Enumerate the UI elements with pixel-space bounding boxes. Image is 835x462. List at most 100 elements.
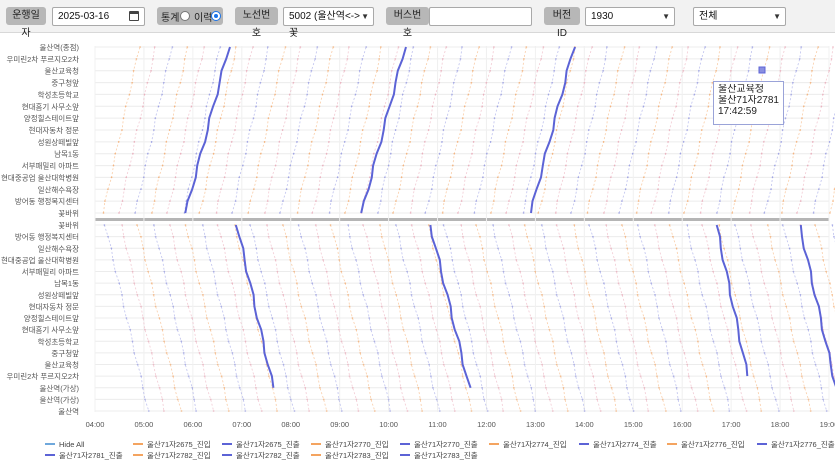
stop-label: 방어동 행정복지센터 (15, 196, 79, 206)
trip-stop-marker (150, 282, 153, 284)
legend-item[interactable]: 울산71자2770_진출 (400, 440, 478, 450)
trip-stop-marker (737, 188, 740, 191)
legend-item[interactable]: 울산71자2782_진입 (133, 451, 211, 461)
trip-stop-marker (750, 224, 752, 226)
mode-stats-radio[interactable] (180, 11, 190, 21)
trip-stop-marker (792, 410, 795, 412)
trip-stop-marker (296, 141, 298, 143)
trip-stop-marker (624, 235, 627, 238)
trip-stop-marker (438, 410, 441, 412)
scope-select[interactable]: 전체 ▼ (693, 7, 786, 26)
trip-stop-marker (182, 69, 185, 72)
legend-swatch (133, 443, 143, 446)
trip-stop-marker (206, 176, 209, 179)
trip-stop-marker (300, 375, 303, 377)
bus-number-input[interactable] (429, 7, 532, 26)
legend-item[interactable]: Hide All (45, 440, 84, 450)
trip-stop-marker (825, 270, 827, 273)
legend-item[interactable]: 울산71자2776_진입 (667, 440, 745, 450)
trip-stop-marker (237, 105, 240, 108)
trip-stop-marker (613, 398, 616, 401)
trip-stop-marker (245, 152, 247, 155)
trip-stop-marker (766, 58, 769, 60)
version-select[interactable]: 1930 ▼ (585, 7, 675, 26)
trip-stop-marker (327, 69, 329, 72)
trip-stop-marker (733, 58, 736, 60)
trip-stop-marker (365, 46, 368, 48)
scope-value: 전체 (699, 11, 718, 22)
trip-stop-marker (308, 270, 310, 273)
trip-stop-marker (279, 212, 281, 214)
legend-item[interactable]: 울산71자2783_진출 (400, 451, 478, 461)
trip-stop-marker (384, 386, 387, 389)
trip-stop-marker (354, 164, 357, 167)
trip-stop-marker (247, 212, 250, 214)
mode-history-radio[interactable] (211, 11, 221, 21)
trip-stop-marker (286, 105, 289, 108)
legend-item[interactable]: 울산71자2781_진출 (45, 451, 123, 461)
trip-stop-marker (645, 398, 648, 401)
trip-stop-marker (475, 293, 478, 296)
trip-stop-marker (700, 129, 703, 131)
trip-stop-marker (811, 69, 813, 72)
trip-stop-marker (708, 93, 711, 96)
trip-stop-marker (212, 340, 215, 343)
legend-item[interactable]: 울산71자2776_진출 (757, 440, 835, 450)
trip-stop-marker (315, 363, 317, 366)
trip-stop-marker (613, 328, 616, 331)
x-tick-label: 13:00 (526, 420, 545, 429)
bus-timeline-chart[interactable]: 울산역(종점)우미린2차 푸르지오2차울산교육청중구청앞학성초등학교현대홈기 사… (0, 35, 835, 430)
legend-item[interactable]: 울산71자2774_진입 (489, 440, 567, 450)
legend-item[interactable]: 울산71자2770_진입 (311, 440, 389, 450)
trip-stop-marker (274, 398, 277, 401)
trip-stop-marker (781, 224, 784, 226)
legend-item[interactable]: 울산71자2783_진입 (311, 451, 389, 461)
trip-stop-marker (621, 363, 624, 366)
trip-stop-marker (376, 141, 379, 143)
legend-swatch (45, 454, 55, 457)
trip-stop-marker (131, 81, 134, 84)
trip-stop-marker (274, 164, 277, 167)
trip-stop-marker (649, 141, 652, 143)
trip-stop-marker (434, 93, 437, 96)
calendar-icon[interactable] (129, 11, 139, 21)
trip-stop-marker (361, 129, 364, 131)
trip-stop-marker (205, 105, 208, 108)
trip-stop-marker (698, 141, 701, 143)
trip-stop-marker (223, 386, 226, 389)
trip-stop-marker (733, 129, 736, 131)
trip-stop-marker (296, 58, 299, 60)
date-input[interactable]: 2025-03-16 (52, 7, 145, 26)
trip-stop-marker (327, 352, 330, 354)
legend-item[interactable]: 울산71자2782_진출 (222, 451, 300, 461)
trip-stop-marker (225, 164, 228, 167)
trip-stop-marker (493, 46, 495, 48)
trip-stop-marker (792, 81, 794, 84)
trip-stop-marker (150, 141, 153, 143)
trip-stop-marker (626, 317, 628, 319)
legend-item[interactable]: 울산71자2675_진출 (222, 440, 300, 450)
legend-swatch (489, 443, 499, 446)
trip-stop-marker (140, 305, 142, 308)
trip-stop-marker (766, 224, 769, 226)
trip-stop-marker (709, 164, 712, 167)
trip-stop-marker (654, 363, 656, 366)
trip-stop-marker (502, 410, 504, 412)
trip-stop-marker (672, 305, 675, 308)
route-select[interactable]: 5002 (울산역<->꽃 ▼ (283, 7, 374, 39)
trip-stop-marker (195, 152, 198, 155)
trip-stop-marker (785, 188, 787, 191)
trip-stop-marker (389, 152, 392, 155)
trip-stop-marker (699, 212, 702, 214)
trip-stop-marker (822, 398, 824, 401)
trip-stop-marker (297, 224, 300, 226)
trip-stop-marker (661, 259, 663, 261)
trip-stop-marker (212, 410, 215, 412)
trip-stop-marker (441, 212, 444, 214)
trip-stop-marker (813, 58, 816, 60)
trip-stop-marker (187, 235, 190, 238)
trip-stop-marker (719, 200, 721, 203)
legend-item[interactable]: 울산71자2774_진출 (579, 440, 657, 450)
trip-stop-marker (486, 340, 489, 343)
legend-item[interactable]: 울산71자2675_진입 (133, 440, 211, 450)
